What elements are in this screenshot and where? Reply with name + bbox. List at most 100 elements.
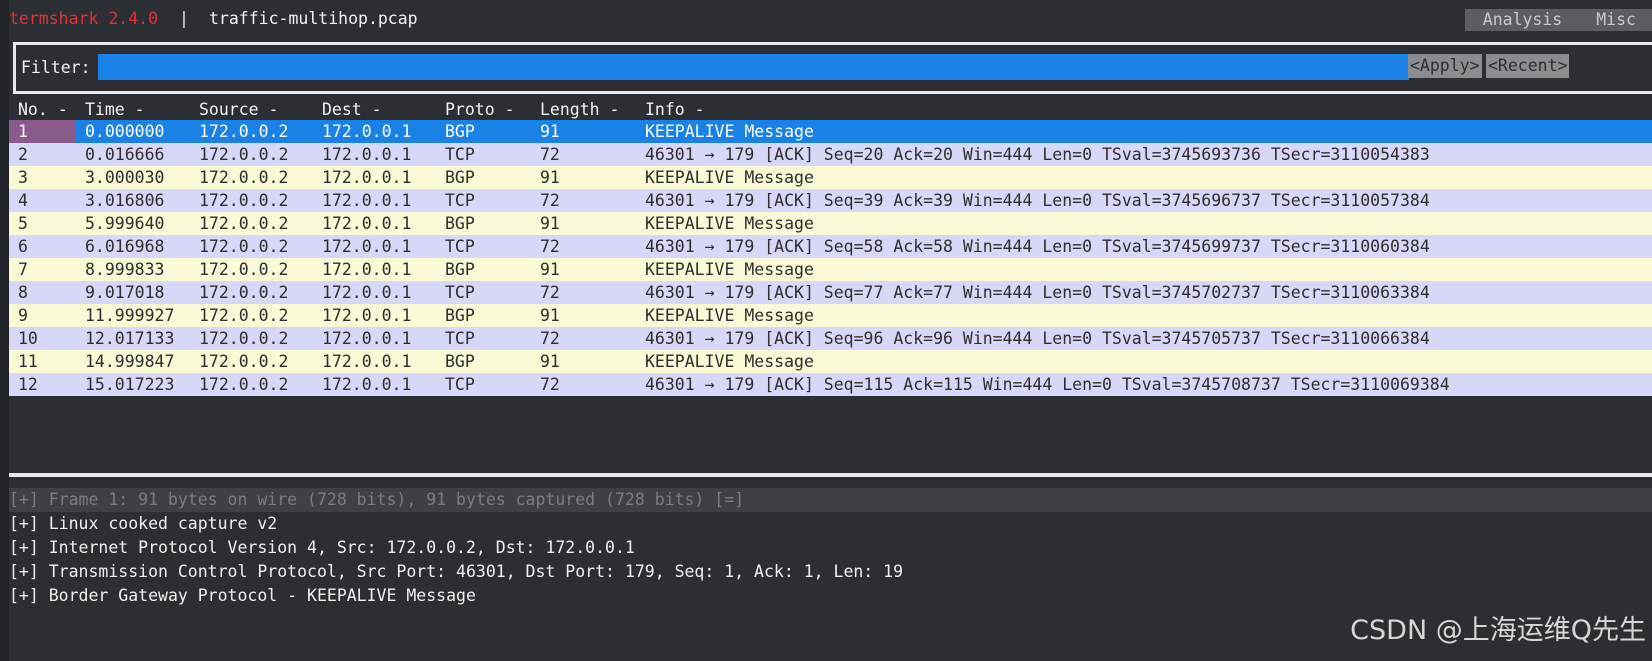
cell-length: 72 [540,283,560,302]
cell-no: 3 [18,168,28,187]
cell-no: 8 [18,283,28,302]
cell-source: 172.0.0.2 [199,214,289,233]
cell-dest: 172.0.0.1 [322,214,412,233]
cell-dest: 172.0.0.1 [322,283,412,302]
cell-info: KEEPALIVE Message [645,122,814,141]
packet-row[interactable]: 7 8.999833 172.0.0.2 172.0.0.1 BGP 91 KE… [9,258,1652,281]
watermark: CSDN @上海运维Q先生 [1350,615,1646,646]
cell-length: 91 [540,260,560,279]
column-header-length[interactable]: Length - [540,100,619,119]
packet-row[interactable]: 11 14.999847 172.0.0.2 172.0.0.1 BGP 91 … [9,350,1652,373]
cell-no: 4 [18,191,28,210]
title-bar: termshark 2.4.0 | traffic-multihop.pcap … [9,0,1652,40]
cell-proto: TCP [445,329,475,348]
cell-source: 172.0.0.2 [199,375,289,394]
cell-dest: 172.0.0.1 [322,329,412,348]
cell-no: 12 [18,375,38,394]
cell-proto: TCP [445,237,475,256]
cell-time: 9.017018 [85,283,165,302]
menu-bar: Analysis Misc [1464,9,1652,31]
recent-button[interactable]: <Recent> [1486,54,1570,78]
cell-time: 11.999927 [85,306,175,325]
column-header-source[interactable]: Source - [199,100,278,119]
cell-info: 46301 → 179 [ACK] Seq=39 Ack=39 Win=444 … [645,191,1430,210]
filter-input[interactable] [98,54,1409,80]
cell-length: 72 [540,329,560,348]
cell-dest: 172.0.0.1 [322,375,412,394]
cell-no: 6 [18,237,28,256]
cell-time: 14.999847 [85,352,175,371]
cell-info: KEEPALIVE Message [645,214,814,233]
packet-details: [+] Frame 1: 91 bytes on wire (728 bits)… [9,488,1652,608]
packet-row[interactable]: 9 11.999927 172.0.0.2 172.0.0.1 BGP 91 K… [9,304,1652,327]
cell-length: 72 [540,145,560,164]
cell-no: 10 [18,329,38,348]
filter-label: Filter: [21,58,91,77]
packet-row[interactable]: 10 12.017133 172.0.0.2 172.0.0.1 TCP 72 … [9,327,1652,350]
packet-row[interactable]: 6 6.016968 172.0.0.2 172.0.0.1 TCP 72 46… [9,235,1652,258]
column-header-time[interactable]: Time - [85,100,145,119]
packet-row[interactable]: 2 0.016666 172.0.0.2 172.0.0.1 TCP 72 46… [9,143,1652,166]
detail-frame[interactable]: [+] Frame 1: 91 bytes on wire (728 bits)… [9,488,1652,512]
cell-proto: BGP [445,352,475,371]
cell-time: 0.000000 [85,122,165,141]
cell-source: 172.0.0.2 [199,260,289,279]
cell-source: 172.0.0.2 [199,329,289,348]
packet-row[interactable]: 1 0.000000 172.0.0.2 172.0.0.1 BGP 91 KE… [9,120,1652,143]
cell-time: 6.016968 [85,237,165,256]
column-header-dest[interactable]: Dest - [322,100,382,119]
cell-proto: BGP [445,122,475,141]
cell-length: 72 [540,237,560,256]
cell-length: 91 [540,306,560,325]
cell-no: 7 [18,260,28,279]
detail-linux-cooked[interactable]: [+] Linux cooked capture v2 [9,512,1652,536]
pcap-filename: traffic-multihop.pcap [209,9,418,28]
detail-tcp[interactable]: [+] Transmission Control Protocol, Src P… [9,560,1652,584]
cell-info: KEEPALIVE Message [645,352,814,371]
cell-source: 172.0.0.2 [199,191,289,210]
menu-misc[interactable]: Misc [1578,9,1652,31]
packet-row[interactable]: 12 15.017223 172.0.0.2 172.0.0.1 TCP 72 … [9,373,1652,396]
pane-divider[interactable] [9,473,1652,477]
cell-source: 172.0.0.2 [199,237,289,256]
cell-info: KEEPALIVE Message [645,260,814,279]
cell-info: 46301 → 179 [ACK] Seq=58 Ack=58 Win=444 … [645,237,1430,256]
cell-source: 172.0.0.2 [199,352,289,371]
column-header-info[interactable]: Info - [645,100,705,119]
column-header-no[interactable]: No. - [18,100,68,119]
packet-row[interactable]: 3 3.000030 172.0.0.2 172.0.0.1 BGP 91 KE… [9,166,1652,189]
column-header-proto[interactable]: Proto - [445,100,515,119]
app-name: termshark 2.4.0 [9,9,159,28]
cell-no: 9 [18,306,28,325]
cell-no: 5 [18,214,28,233]
title-separator: | [179,9,189,28]
cell-proto: BGP [445,260,475,279]
cell-source: 172.0.0.2 [199,283,289,302]
packet-row[interactable]: 8 9.017018 172.0.0.2 172.0.0.1 TCP 72 46… [9,281,1652,304]
cell-length: 72 [540,191,560,210]
cell-info: KEEPALIVE Message [645,168,814,187]
cell-proto: TCP [445,375,475,394]
cell-time: 0.016666 [85,145,165,164]
cell-length: 72 [540,375,560,394]
cell-proto: BGP [445,168,475,187]
cell-length: 91 [540,122,560,141]
cell-time: 15.017223 [85,375,175,394]
cell-info: KEEPALIVE Message [645,306,814,325]
menu-analysis[interactable]: Analysis [1465,9,1578,31]
cell-no: 11 [18,352,38,371]
packet-row[interactable]: 4 3.016806 172.0.0.2 172.0.0.1 TCP 72 46… [9,189,1652,212]
detail-bgp[interactable]: [+] Border Gateway Protocol - KEEPALIVE … [9,584,1652,608]
cell-source: 172.0.0.2 [199,145,289,164]
detail-ipv4[interactable]: [+] Internet Protocol Version 4, Src: 17… [9,536,1652,560]
window-edge [0,0,9,661]
cell-dest: 172.0.0.1 [322,306,412,325]
cell-dest: 172.0.0.1 [322,168,412,187]
filter-panel: Filter: <Apply> <Recent> [13,42,1652,94]
cell-time: 3.016806 [85,191,165,210]
apply-button[interactable]: <Apply> [1408,54,1482,78]
cell-no: 2 [18,145,28,164]
cell-length: 91 [540,168,560,187]
cell-time: 3.000030 [85,168,165,187]
packet-row[interactable]: 5 5.999640 172.0.0.2 172.0.0.1 BGP 91 KE… [9,212,1652,235]
